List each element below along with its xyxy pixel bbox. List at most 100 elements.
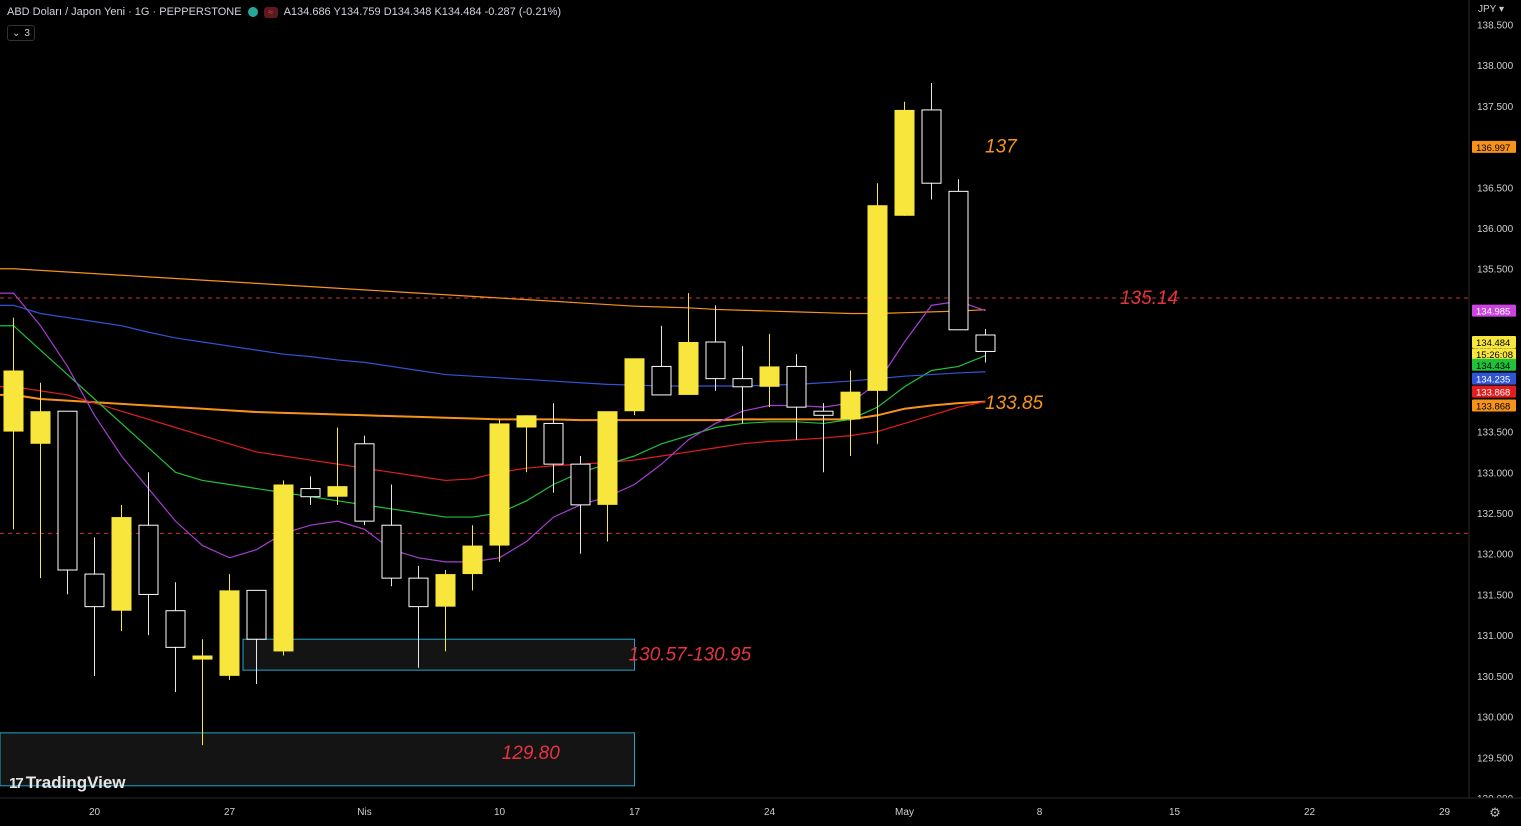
time-tick-label: 29 <box>1439 807 1451 818</box>
price-tick-label: 132.000 <box>1477 550 1514 561</box>
price-tick-label: 136.000 <box>1477 224 1514 235</box>
candle <box>651 325 672 396</box>
candle-body <box>165 610 186 648</box>
chart-header: ABD Doları / Japon Yeni · 1G · PEPPERSTO… <box>7 6 561 18</box>
candle <box>30 382 51 579</box>
candle <box>948 179 969 331</box>
indicator-toggle-button[interactable]: ⌄ 3 <box>7 25 35 41</box>
candle-body <box>57 410 78 571</box>
price-tick-label: 131.000 <box>1477 631 1514 642</box>
candle-body <box>516 415 537 428</box>
candle <box>516 415 537 473</box>
candle-body <box>408 577 429 608</box>
time-axis[interactable]: 20 27 Nis 10 17 24 May 8 15 22 29 ⚙ <box>0 797 1521 826</box>
price-label-tag: 133.868 <box>1472 385 1516 399</box>
candle-body <box>381 524 402 579</box>
candle <box>597 411 618 542</box>
ma-line-1 <box>0 393 986 422</box>
price-label-tag: 133.868 <box>1472 399 1516 413</box>
candle <box>300 476 321 505</box>
price-tick-label: 133.000 <box>1477 468 1514 479</box>
candle-body <box>192 655 213 660</box>
annotation-label: 137 <box>985 137 1018 158</box>
candle-body <box>732 378 753 388</box>
candle-body <box>489 423 510 546</box>
candle <box>624 358 645 416</box>
candle <box>786 354 807 440</box>
time-tick-label: 24 <box>764 807 776 818</box>
candle-body <box>462 545 483 575</box>
price-label-tag: 134.235 <box>1472 372 1516 386</box>
candle <box>705 305 726 391</box>
candle-body <box>84 573 105 608</box>
candle-body <box>219 590 240 676</box>
candle <box>840 370 861 456</box>
candle-body <box>840 391 861 420</box>
time-tick-label: 22 <box>1304 807 1316 818</box>
candle <box>84 537 105 676</box>
candle <box>3 317 24 530</box>
price-label-text: 134.985 <box>1476 307 1510 318</box>
candle-body <box>273 484 294 652</box>
candle <box>867 183 888 444</box>
candle <box>327 427 348 505</box>
price-tick-label: 129.500 <box>1477 753 1514 764</box>
candle <box>273 480 294 656</box>
gear-icon[interactable]: ⚙ <box>1489 806 1501 821</box>
ma-line-0 <box>0 268 986 315</box>
candle <box>219 574 240 680</box>
time-tick-label: 27 <box>224 807 236 818</box>
symbol-title[interactable]: ABD Doları / Japon Yeni · 1G · PEPPERSTO… <box>7 6 242 18</box>
candle-body <box>327 486 348 497</box>
time-tick-label: Nis <box>357 807 371 818</box>
candle-body <box>624 358 645 412</box>
candle-body <box>705 341 726 380</box>
candle-body <box>570 463 591 506</box>
price-label-tag: 134.484 <box>1472 336 1516 349</box>
candle <box>975 329 996 363</box>
candle-body <box>759 366 780 387</box>
price-tick-label: 135.500 <box>1477 265 1514 276</box>
price-tick-label: 136.500 <box>1477 183 1514 194</box>
candle-body <box>975 334 996 352</box>
candle <box>759 333 780 408</box>
candle-body <box>813 410 834 416</box>
market-open-icon <box>247 7 258 17</box>
candle <box>570 456 591 554</box>
chevron-down-icon: ⌄ <box>12 27 21 39</box>
candle-body <box>651 365 672 396</box>
ohlc-readout: A134.686 Y134.759 D134.348 K134.484 -0.2… <box>283 6 562 18</box>
candle-body <box>246 589 267 640</box>
candle-body <box>894 109 915 216</box>
currency-selector[interactable]: JPY ▾ <box>1478 4 1504 15</box>
ma-line-4 <box>0 304 986 387</box>
candle <box>732 346 753 424</box>
price-label-text: 134.235 <box>1476 375 1510 386</box>
price-tick-label: 138.000 <box>1477 61 1514 72</box>
price-axis[interactable]: 129.000129.500130.000130.500131.000131.5… <box>1468 0 1521 826</box>
candle-body <box>786 365 807 408</box>
candle <box>165 582 186 693</box>
price-label-tag: 134.985 <box>1472 304 1516 318</box>
candle-body <box>543 422 564 465</box>
candle <box>57 410 78 595</box>
candle-body <box>111 517 132 611</box>
candle-body <box>138 524 159 595</box>
annotation-label: 130.57-130.95 <box>629 645 752 666</box>
candle-body <box>354 443 375 522</box>
time-tick-label: May <box>895 807 914 818</box>
time-tick-label: 17 <box>629 807 641 818</box>
candle <box>921 83 942 200</box>
annotation-label: 133.85 <box>985 393 1044 414</box>
candle <box>354 435 375 526</box>
candle <box>462 525 483 591</box>
price-chart[interactable]: 137135.14133.85130.57-130.95129.80 129.0… <box>0 0 1521 826</box>
price-tick-label: 137.500 <box>1477 102 1514 113</box>
candle-body <box>30 411 51 444</box>
price-label-tag: 134.434 <box>1472 358 1516 372</box>
candle-body <box>948 190 969 331</box>
candle-body <box>300 488 321 498</box>
price-tick-label: 138.500 <box>1477 20 1514 31</box>
candle-body <box>921 109 942 184</box>
annotation-label: 135.14 <box>1120 288 1178 309</box>
